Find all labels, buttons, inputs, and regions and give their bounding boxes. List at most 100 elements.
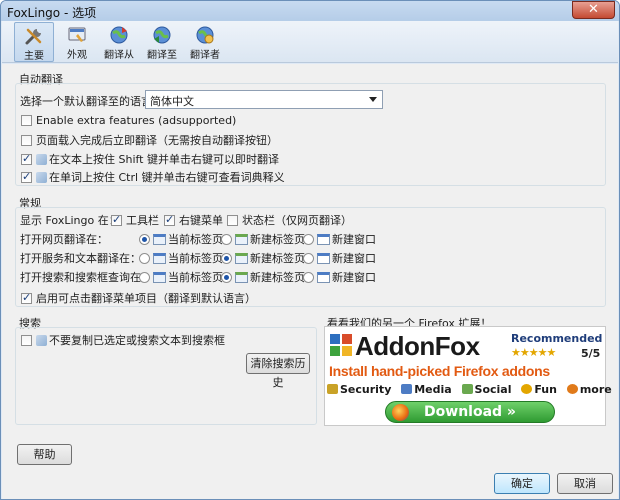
options-window: FoxLingo - 选项 ✕ 主要 外观 翻译从 翻译至 翻译者 自动翻译 选… — [0, 0, 620, 500]
show-toolbar-checkbox[interactable] — [111, 213, 122, 226]
search-current-option[interactable]: 当前标签页 — [139, 269, 223, 285]
new-window-icon — [317, 272, 330, 283]
addonfox-name: AddonFox — [355, 331, 480, 361]
option-label: 新建标签页 — [250, 233, 305, 246]
option-label: 新建标签页 — [250, 252, 305, 265]
option-label: 当前标签页 — [168, 252, 223, 265]
social-icon — [461, 384, 473, 394]
translate-on-load-option[interactable]: 页面载入完成后立即翻译（无需按自动翻译按钮） — [21, 132, 278, 148]
new-tab-icon — [235, 234, 248, 245]
option-label: 当前标签页 — [168, 233, 223, 246]
option-label: 新建窗口 — [332, 233, 376, 246]
page-translate-current-option[interactable]: 当前标签页 — [139, 231, 223, 247]
star-rating: ★★★★★ — [511, 346, 556, 359]
cancel-button[interactable]: 取消 — [557, 473, 613, 494]
no-copy-checkbox[interactable] — [21, 335, 32, 346]
clickable-menu-option[interactable]: 启用可点击翻译菜单项目（翻译到默认语言） — [21, 290, 256, 306]
service-translate-newwin-option[interactable]: 新建窗口 — [303, 250, 376, 266]
clear-search-history-button[interactable]: 清除搜索历史 — [246, 353, 310, 389]
main-panel: 自动翻译 选择一个默认翻译至的语言： 简体中文 Enable extra fea… — [2, 64, 618, 499]
new-tab-icon — [235, 272, 248, 283]
lock-icon — [327, 384, 338, 394]
show-toolbar-label: 工具栏 — [126, 214, 159, 227]
option-label: 新建标签页 — [250, 271, 305, 284]
help-button[interactable]: 帮助 — [17, 444, 72, 465]
page-translate-newwin-option[interactable]: 新建窗口 — [303, 231, 376, 247]
page-translate-newtab-option[interactable]: 新建标签页 — [221, 231, 305, 247]
addonfox-banner[interactable]: AddonFox Recommended ★★★★★ 5/5 Install h… — [324, 326, 612, 426]
default-language-label: 选择一个默认翻译至的语言： — [20, 95, 163, 108]
tab-translators-label: 翻译者 — [190, 50, 220, 61]
radio-button[interactable] — [303, 253, 314, 264]
default-language-select[interactable]: 简体中文 — [145, 90, 383, 109]
smiley-icon — [521, 384, 533, 394]
no-copy-label: 不要复制已选定或搜索文本到搜索框 — [49, 334, 225, 347]
radio-button[interactable] — [221, 234, 232, 245]
translate-from-icon — [110, 26, 128, 44]
download-button[interactable]: Download » — [385, 401, 555, 423]
shift-key-icon — [36, 154, 47, 165]
radio-button[interactable] — [221, 253, 232, 264]
show-toolbar-option[interactable]: 工具栏 — [111, 212, 159, 228]
option-label: 当前标签页 — [168, 271, 223, 284]
category-fun: Fun — [521, 383, 557, 396]
show-in-label: 显示 FoxLingo 在： — [20, 214, 120, 227]
extra-features-option[interactable]: Enable extra features (adsupported) — [21, 114, 236, 127]
search-newwin-option[interactable]: 新建窗口 — [303, 269, 376, 285]
shift-translate-label: 在文本上按住 Shift 键并单击右键可以即时翻译 — [49, 153, 279, 166]
category-media: Media — [401, 383, 452, 396]
current-tab-icon — [153, 234, 166, 245]
translate-to-icon — [153, 26, 171, 44]
extra-features-label: Enable extra features (adsupported) — [36, 114, 237, 127]
close-button[interactable]: ✕ — [572, 1, 615, 19]
category-security: Security — [327, 383, 391, 396]
show-status-checkbox[interactable] — [227, 215, 238, 226]
show-context-option[interactable]: 右键菜单 — [164, 212, 223, 228]
no-copy-option[interactable]: 不要复制已选定或搜索文本到搜索框 — [21, 332, 225, 348]
default-language-value: 简体中文 — [150, 95, 194, 108]
radio-button[interactable] — [303, 234, 314, 245]
extra-features-checkbox[interactable] — [21, 115, 32, 126]
ctrl-dictionary-option[interactable]: 在单词上按住 Ctrl 键并单击右键可查看词典释义 — [21, 169, 285, 185]
radio-button[interactable] — [139, 272, 150, 283]
search-box-icon — [36, 335, 47, 346]
ok-button[interactable]: 确定 — [494, 473, 550, 494]
tab-appearance-label: 外观 — [67, 50, 87, 61]
shift-translate-checkbox[interactable] — [21, 152, 32, 165]
radio-button[interactable] — [303, 272, 314, 283]
firefox-icon — [392, 404, 409, 421]
clickable-menu-checkbox[interactable] — [21, 291, 32, 304]
current-tab-icon — [153, 272, 166, 283]
new-window-icon — [317, 253, 330, 264]
radio-button[interactable] — [221, 272, 232, 283]
ctrl-dictionary-checkbox[interactable] — [21, 170, 32, 183]
shift-translate-option[interactable]: 在文本上按住 Shift 键并单击右键可以即时翻译 — [21, 151, 279, 167]
download-label: Download » — [424, 404, 516, 420]
tab-appearance[interactable]: 外观 — [57, 22, 97, 62]
tab-main[interactable]: 主要 — [14, 22, 54, 62]
tab-translate-to-label: 翻译至 — [147, 50, 177, 61]
new-tab-icon — [235, 253, 248, 264]
new-window-icon — [317, 234, 330, 245]
title-bar[interactable]: FoxLingo - 选项 ✕ — [1, 1, 619, 21]
tab-translate-from[interactable]: 翻译从 — [99, 22, 139, 62]
tab-translate-to[interactable]: 翻译至 — [142, 22, 182, 62]
show-status-option[interactable]: 状态栏（仅网页翻译） — [227, 212, 352, 228]
show-context-label: 右键菜单 — [179, 214, 223, 227]
current-tab-icon — [153, 253, 166, 264]
open-service-translate-label: 打开服务和文本翻译在： — [20, 252, 141, 265]
tab-translators[interactable]: 翻译者 — [185, 22, 225, 62]
service-translate-newtab-option[interactable]: 新建标签页 — [221, 250, 305, 266]
translate-on-load-checkbox[interactable] — [21, 135, 32, 146]
radio-button[interactable] — [139, 253, 150, 264]
translators-icon — [196, 26, 214, 44]
radio-button[interactable] — [139, 234, 150, 245]
recommended-label: Recommended — [511, 332, 603, 345]
appearance-icon — [68, 27, 86, 42]
tab-translate-from-label: 翻译从 — [104, 50, 134, 61]
rating-score: 5/5 — [581, 347, 601, 360]
search-newtab-option[interactable]: 新建标签页 — [221, 269, 305, 285]
show-context-checkbox[interactable] — [164, 213, 175, 226]
service-translate-current-option[interactable]: 当前标签页 — [139, 250, 223, 266]
option-label: 新建窗口 — [332, 271, 376, 284]
